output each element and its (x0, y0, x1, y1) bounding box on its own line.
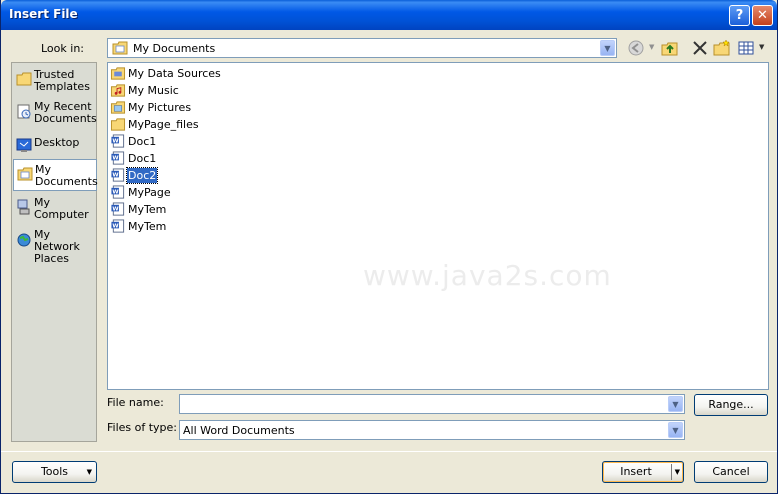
computer-icon (17, 199, 30, 215)
word-document-icon: W (111, 168, 125, 182)
tools-button-label: Tools (40, 465, 69, 478)
svg-text:W: W (112, 206, 119, 212)
separator (1, 451, 777, 452)
word-document-icon: W (111, 151, 125, 165)
files-of-type-dropdown-arrow[interactable]: ▼ (668, 422, 683, 438)
word-document-icon: W (111, 202, 125, 216)
file-name-label-text: File name: (107, 396, 164, 409)
file-name-text: My Music (128, 84, 179, 97)
help-icon: ? (735, 8, 744, 23)
file-name-text: My Data Sources (128, 67, 221, 80)
range-button[interactable]: Range... (694, 394, 768, 416)
desktop-icon (16, 138, 32, 152)
files-of-type-value: All Word Documents (183, 424, 295, 437)
my-documents-icon (17, 167, 33, 181)
file-name-text: Doc2 (125, 167, 159, 184)
file-name-text: MyPage_files (128, 118, 199, 131)
insert-button-label: Insert (620, 465, 652, 478)
data-sources-folder-icon (110, 67, 126, 80)
range-button-label: Range... (708, 398, 754, 411)
file-name-text: MyPage (128, 186, 171, 199)
place-label: Places (34, 252, 69, 265)
help-button[interactable]: ? (729, 5, 750, 26)
insert-options-dropdown-icon[interactable]: ▼ (675, 462, 680, 482)
chevron-down-icon: ▼ (604, 43, 611, 53)
place-trusted-templates[interactable]: Trusted Templates (13, 65, 97, 97)
back-icon[interactable] (627, 39, 645, 57)
views-dropdown-icon[interactable]: ▼ (759, 43, 764, 51)
music-folder-icon (110, 84, 126, 97)
title-bar[interactable]: Insert File ? ✕ (1, 0, 777, 30)
place-label: My Network (34, 228, 80, 253)
new-folder-icon[interactable] (713, 39, 731, 57)
place-my-documents[interactable]: My Documents (13, 159, 98, 191)
place-label: Templates (34, 80, 90, 93)
place-label: Computer (34, 208, 89, 221)
file-list[interactable]: www.java2s.com My Data Sources My Music My… (107, 62, 769, 390)
insert-file-dialog: Insert File ? ✕ Look in: My Documents ▼ … (0, 0, 778, 494)
word-document-icon: W (111, 134, 125, 148)
insert-button[interactable]: Insert ▼ (602, 461, 684, 483)
file-name-text: MyTem (128, 203, 167, 216)
place-label: Documents (34, 112, 97, 125)
back-dropdown-icon[interactable]: ▼ (649, 43, 654, 51)
place-my-recent-documents[interactable]: My Recent Documents (13, 97, 97, 129)
insert-button-divider (671, 464, 672, 480)
word-document-icon: W (111, 185, 125, 199)
up-one-level-icon[interactable] (661, 39, 679, 57)
network-places-icon (17, 233, 31, 247)
dialog-title: Insert File (9, 7, 78, 21)
svg-text:W: W (112, 155, 119, 161)
places-bar: Trusted Templates My Recent Documents Desk… (11, 62, 98, 442)
file-name-dropdown-arrow[interactable]: ▼ (668, 396, 683, 412)
place-my-computer[interactable]: My Computer (13, 193, 97, 225)
delete-icon[interactable] (691, 39, 709, 57)
file-name-text: MyTem (128, 220, 167, 233)
watermark-text: www.java2s.com (363, 259, 612, 292)
svg-text:W: W (112, 172, 119, 178)
file-name-text: Doc1 (128, 152, 157, 165)
svg-text:W: W (112, 223, 119, 229)
close-button[interactable]: ✕ (752, 5, 773, 26)
files-of-type-label: Files of type: (107, 421, 178, 434)
tools-dropdown-icon: ▼ (86, 468, 92, 476)
files-of-type-dropdown[interactable]: All Word Documents ▼ (179, 420, 685, 440)
cancel-button[interactable]: Cancel (694, 461, 768, 483)
look-in-value: My Documents (133, 42, 216, 55)
close-icon: ✕ (757, 8, 768, 23)
my-documents-folder-icon (112, 41, 128, 55)
chevron-down-icon: ▼ (672, 425, 679, 435)
tools-button[interactable]: Tools ▼ (12, 461, 97, 483)
look-in-label: Look in: (41, 42, 84, 55)
file-name-text: Doc1 (128, 135, 157, 148)
pictures-folder-icon (110, 101, 126, 114)
trusted-templates-icon (16, 72, 32, 86)
look-in-dropdown[interactable]: My Documents ▼ (107, 38, 617, 58)
views-icon[interactable] (737, 39, 755, 57)
file-name-text: My Pictures (128, 101, 192, 114)
file-name-label: File name: (107, 396, 164, 409)
look-in-dropdown-arrow[interactable]: ▼ (600, 40, 615, 56)
place-label: Desktop (34, 136, 80, 149)
svg-text:W: W (112, 138, 119, 144)
file-name-input[interactable]: ▼ (179, 394, 685, 414)
folder-icon (110, 118, 126, 131)
recent-documents-icon (17, 104, 31, 119)
chevron-down-icon: ▼ (672, 399, 679, 409)
svg-text:W: W (112, 189, 119, 195)
place-my-network-places[interactable]: My Network Places (13, 225, 97, 265)
cancel-button-label: Cancel (712, 465, 750, 478)
word-document-icon: W (111, 219, 125, 233)
place-label: Documents (35, 175, 98, 188)
